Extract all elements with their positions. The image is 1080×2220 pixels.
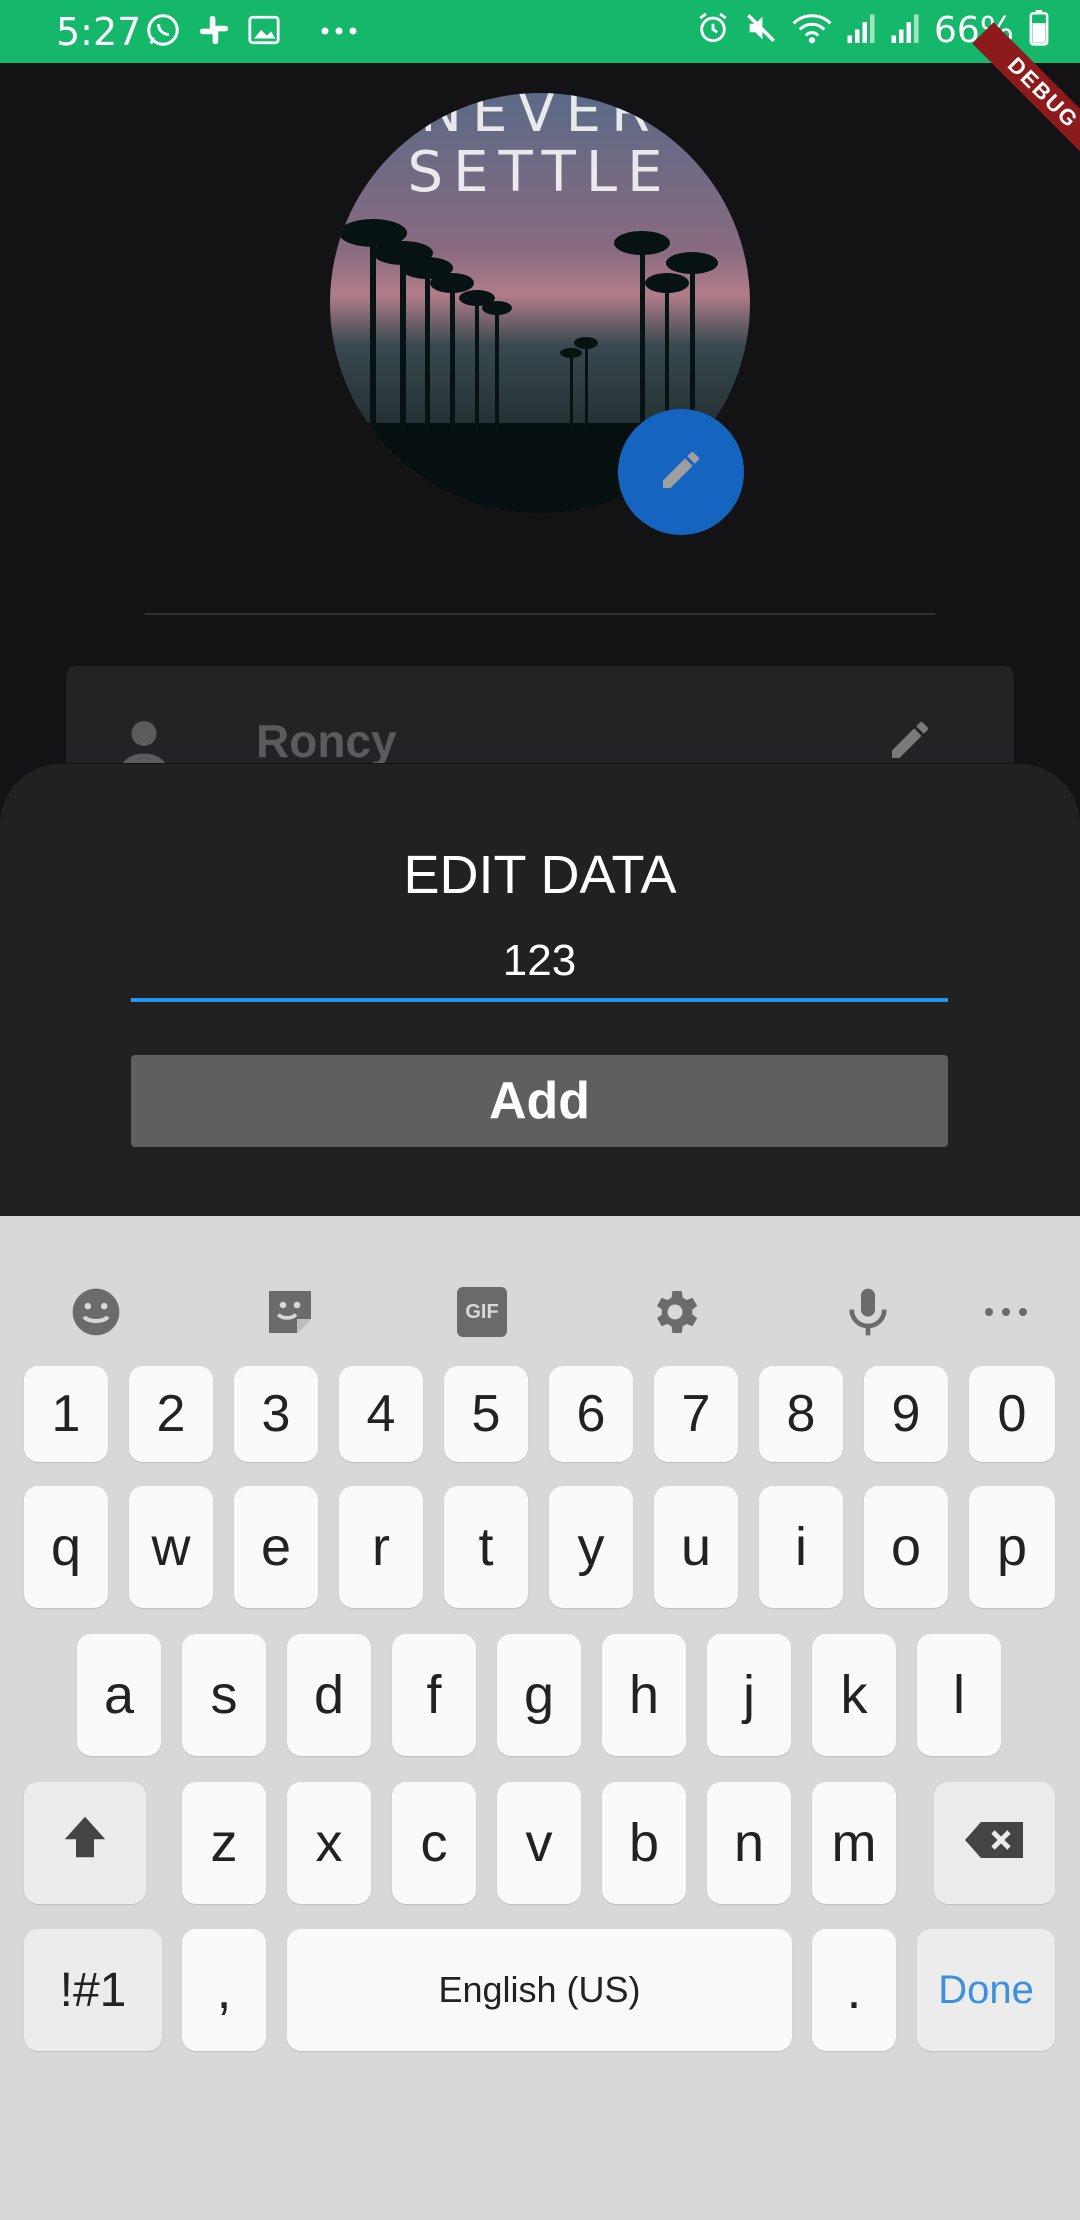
key-9[interactable]: 9: [864, 1366, 948, 1462]
key-i[interactable]: i: [759, 1486, 843, 1608]
add-button[interactable]: Add: [131, 1055, 948, 1147]
alarm-icon: [696, 11, 730, 50]
key-e[interactable]: e: [234, 1486, 318, 1608]
backspace-icon: [963, 1813, 1027, 1873]
key-7[interactable]: 7: [654, 1366, 738, 1462]
name-card[interactable]: Roncy: [66, 666, 1014, 763]
space-key[interactable]: English (US): [287, 1929, 792, 2051]
symbols-key[interactable]: !#1: [24, 1929, 162, 2051]
key-4[interactable]: 4: [339, 1366, 423, 1462]
done-key[interactable]: Done: [917, 1929, 1055, 2051]
key-z[interactable]: z: [182, 1782, 266, 1904]
edit-avatar-button[interactable]: [618, 409, 744, 535]
key-y[interactable]: y: [549, 1486, 633, 1608]
key-d[interactable]: d: [287, 1634, 371, 1756]
key-l[interactable]: l: [917, 1634, 1001, 1756]
battery-icon: [1028, 10, 1050, 51]
key-x[interactable]: x: [287, 1782, 371, 1904]
key-t[interactable]: t: [444, 1486, 528, 1608]
key-p[interactable]: p: [969, 1486, 1055, 1608]
signal-icon: [846, 11, 876, 50]
sheet-title: EDIT DATA: [403, 845, 677, 905]
key-o[interactable]: o: [864, 1486, 948, 1608]
more-dots-icon: [319, 24, 359, 42]
key-8[interactable]: 8: [759, 1366, 843, 1462]
key-6[interactable]: 6: [549, 1366, 633, 1462]
notification-icons: [145, 12, 359, 53]
comma-key[interactable]: ,: [182, 1929, 266, 2051]
status-time: 5:27: [56, 10, 142, 54]
edit-data-input[interactable]: [131, 924, 948, 1002]
key-h[interactable]: h: [602, 1634, 686, 1756]
signal-icon-2: [890, 11, 920, 50]
settings-icon[interactable]: [627, 1264, 723, 1360]
profile-screen: NEVER SETTLE Roncy: [0, 63, 1080, 763]
shift-key[interactable]: [24, 1782, 146, 1904]
key-m[interactable]: m: [812, 1782, 896, 1904]
key-2[interactable]: 2: [129, 1366, 213, 1462]
divider: [145, 613, 935, 615]
slack-icon: [197, 13, 231, 52]
profile-name: Roncy: [256, 715, 397, 763]
key-r[interactable]: r: [339, 1486, 423, 1608]
key-a[interactable]: a: [77, 1634, 161, 1756]
key-0[interactable]: 0: [969, 1366, 1055, 1462]
key-b[interactable]: b: [602, 1782, 686, 1904]
status-bar: 5:27 66%: [0, 0, 1080, 63]
key-u[interactable]: u: [654, 1486, 738, 1608]
person-icon: [114, 716, 174, 763]
keyboard: GIF 1 2 3 4 5 6 7 8 9 0 q w e r t y u i …: [0, 1216, 1080, 2220]
key-q[interactable]: q: [24, 1486, 108, 1608]
key-5[interactable]: 5: [444, 1366, 528, 1462]
more-icon[interactable]: [958, 1264, 1054, 1360]
key-g[interactable]: g: [497, 1634, 581, 1756]
mute-icon: [744, 11, 778, 50]
key-k[interactable]: k: [812, 1634, 896, 1756]
shift-icon: [58, 1810, 112, 1877]
gif-label: GIF: [457, 1287, 507, 1337]
gallery-icon: [247, 13, 281, 52]
key-s[interactable]: s: [182, 1634, 266, 1756]
key-w[interactable]: w: [129, 1486, 213, 1608]
key-v[interactable]: v: [497, 1782, 581, 1904]
key-n[interactable]: n: [707, 1782, 791, 1904]
wifi-icon: [792, 11, 832, 50]
whatsapp-icon: [145, 12, 181, 53]
microphone-icon[interactable]: [820, 1264, 916, 1360]
key-c[interactable]: c: [392, 1782, 476, 1904]
edit-name-icon[interactable]: [886, 716, 934, 763]
key-1[interactable]: 1: [24, 1366, 108, 1462]
emoji-icon[interactable]: [48, 1264, 144, 1360]
period-key[interactable]: .: [812, 1929, 896, 2051]
edit-data-sheet: EDIT DATA Add: [0, 764, 1080, 1220]
gif-icon[interactable]: GIF: [434, 1264, 530, 1360]
sticker-icon[interactable]: [242, 1264, 338, 1360]
avatar-text-line2: SETTLE: [407, 140, 673, 205]
backspace-key[interactable]: [934, 1782, 1055, 1904]
key-j[interactable]: j: [707, 1634, 791, 1756]
avatar-text-line1: NEVER: [420, 93, 660, 145]
key-f[interactable]: f: [392, 1634, 476, 1756]
pencil-icon: [657, 446, 705, 499]
keyboard-toolbar: GIF: [0, 1216, 1080, 1366]
key-3[interactable]: 3: [234, 1366, 318, 1462]
